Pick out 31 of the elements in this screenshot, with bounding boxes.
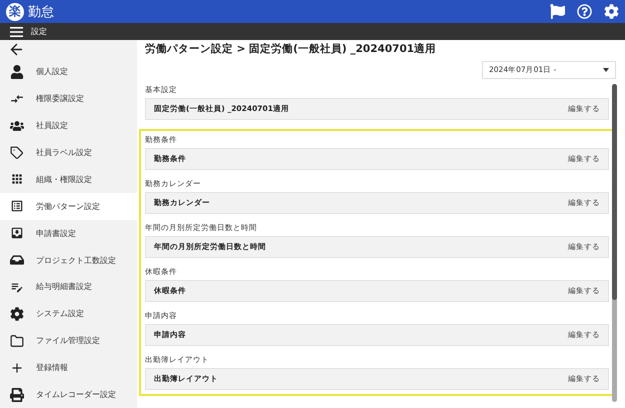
- tray-icon: [9, 226, 24, 240]
- page-title: 労働パターン設定 > 固定労働(一般社員) _20240701適用: [145, 42, 438, 56]
- sub-bar-title: 設定: [31, 26, 47, 37]
- group-icon: [9, 118, 24, 133]
- sidebar-item[interactable]: 権限委譲設定: [0, 85, 137, 112]
- settings-icon[interactable]: [604, 4, 619, 19]
- sidebar-item[interactable]: タイムレコーダー設定: [0, 381, 137, 408]
- gear-icon: [9, 306, 24, 321]
- sidebar-item[interactable]: 申請書設定: [0, 220, 137, 247]
- sidebar-item[interactable]: 登録情報: [0, 354, 137, 382]
- help-icon[interactable]: [577, 4, 592, 19]
- menu-icon[interactable]: [10, 26, 23, 36]
- list-icon: [9, 199, 24, 214]
- logo-mark: 楽: [6, 2, 24, 20]
- sidebar-item[interactable]: プロジェクト工数設定: [0, 246, 137, 274]
- sidebar-item[interactable]: ファイル管理設定: [0, 327, 137, 354]
- inbox-icon: [9, 253, 24, 268]
- sidebar-item[interactable]: システム設定: [0, 300, 137, 328]
- sidebar-item[interactable]: 社員ラベル設定: [0, 139, 137, 166]
- sidebar-item[interactable]: 給与明細書設定: [0, 274, 137, 300]
- logo-text: 勤怠: [28, 4, 54, 20]
- caret-icon: [603, 68, 609, 72]
- sidebar-item[interactable]: 社員設定: [0, 112, 137, 140]
- person-icon: [9, 64, 24, 79]
- folder-icon: [9, 334, 24, 348]
- sidebar-item[interactable]: 組織・権限設定: [0, 166, 137, 193]
- sidebar-item[interactable]: 個人設定: [0, 58, 137, 86]
- flag-icon[interactable]: [550, 4, 565, 19]
- sidebar-item[interactable]: 労働パターン設定: [0, 192, 137, 220]
- printer-icon: [9, 388, 24, 402]
- tag-icon: [9, 146, 24, 160]
